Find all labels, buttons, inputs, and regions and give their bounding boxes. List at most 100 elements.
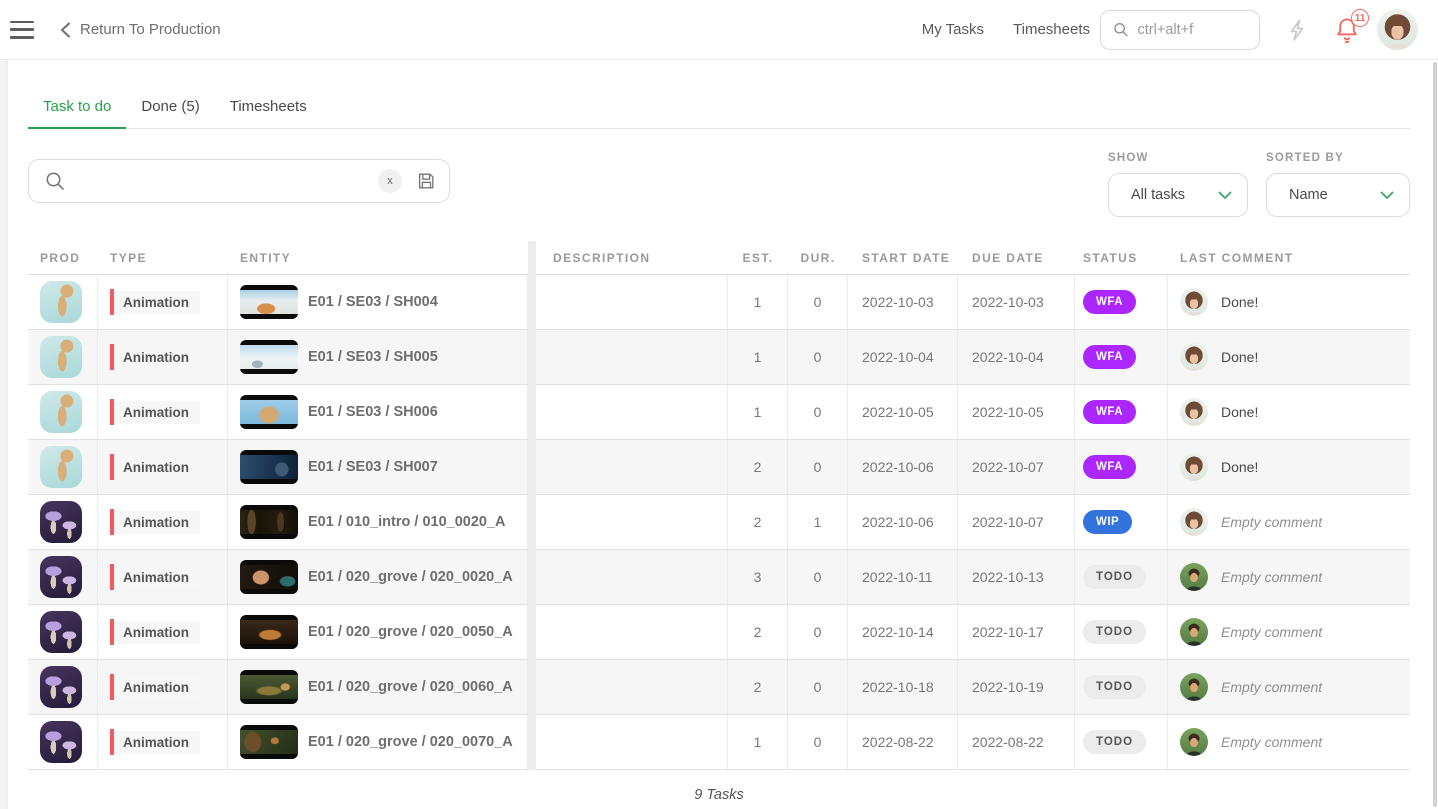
back-link-label: Return To Production xyxy=(80,21,221,38)
table-row[interactable]: Animation E01 / 020_grove / 020_0060_A 2… xyxy=(28,660,1410,715)
show-label: SHOW xyxy=(1108,152,1248,164)
table-row[interactable]: Animation E01 / 010_intro / 010_0020_A 2… xyxy=(28,495,1410,550)
tasks-table: PROD TYPE ENTITY DESCRIPTION EST. DUR. S… xyxy=(28,241,1410,770)
sorted-by-label: SORTED BY xyxy=(1266,152,1410,164)
table-row[interactable]: Animation E01 / 020_grove / 020_0020_A 3… xyxy=(28,550,1410,605)
menu-icon[interactable] xyxy=(10,21,34,39)
start-date-cell: 2022-10-04 xyxy=(848,330,958,384)
production-thumbnail xyxy=(40,611,82,653)
entity-link[interactable]: E01 / SE03 / SH006 xyxy=(308,404,438,420)
clear-filter-button[interactable]: x xyxy=(378,169,402,193)
entity-link[interactable]: E01 / SE03 / SH004 xyxy=(308,294,438,310)
due-date-cell: 2022-10-13 xyxy=(958,550,1075,604)
description-cell xyxy=(528,605,728,659)
show-select[interactable]: All tasks xyxy=(1108,173,1248,217)
last-comment-text: Empty comment xyxy=(1221,734,1322,750)
header-estimation: EST. xyxy=(728,241,788,274)
chevron-down-icon xyxy=(1218,191,1232,200)
description-cell xyxy=(528,440,728,494)
table-row[interactable]: Animation E01 / SE03 / SH005 1 0 2022-10… xyxy=(28,330,1410,385)
start-date-cell: 2022-10-18 xyxy=(848,660,958,714)
status-badge[interactable]: TODO xyxy=(1083,620,1146,644)
start-date-cell: 2022-10-06 xyxy=(848,495,958,549)
entity-link[interactable]: E01 / 010_intro / 010_0020_A xyxy=(308,514,506,530)
due-date-cell: 2022-10-07 xyxy=(958,495,1075,549)
production-thumbnail xyxy=(40,721,82,763)
entity-link[interactable]: E01 / 020_grove / 020_0020_A xyxy=(308,569,513,585)
tab-done[interactable]: Done (5) xyxy=(126,88,214,129)
my-tasks-page: Return To Production My Tasks Timesheets… xyxy=(0,0,1438,809)
start-date-cell: 2022-10-14 xyxy=(848,605,958,659)
entity-thumbnail xyxy=(240,670,298,704)
table-row[interactable]: Animation E01 / 020_grove / 020_0070_A 1… xyxy=(28,715,1410,770)
sorted-by-select[interactable]: Name xyxy=(1266,173,1410,217)
entity-link[interactable]: E01 / 020_grove / 020_0060_A xyxy=(308,679,513,695)
entity-link[interactable]: E01 / SE03 / SH007 xyxy=(308,459,438,475)
save-filter-button[interactable] xyxy=(416,171,436,191)
table-row[interactable]: Animation E01 / SE03 / SH006 1 0 2022-10… xyxy=(28,385,1410,440)
entity-thumbnail xyxy=(240,615,298,649)
global-search-input[interactable] xyxy=(1138,22,1247,38)
entity-link[interactable]: E01 / 020_grove / 020_0070_A xyxy=(308,734,513,750)
status-badge[interactable]: WFA xyxy=(1083,290,1136,314)
status-badge[interactable]: WFA xyxy=(1083,400,1136,424)
due-date-cell: 2022-10-03 xyxy=(958,275,1075,329)
task-type-badge: Animation xyxy=(110,564,200,590)
my-tasks-link[interactable]: My Tasks xyxy=(922,21,984,38)
status-badge[interactable]: TODO xyxy=(1083,565,1146,589)
filter-bar: x SHOW All tasks SORTED BY Name xyxy=(28,149,1410,217)
commenter-avatar xyxy=(1180,508,1208,536)
entity-thumbnail xyxy=(240,285,298,319)
entity-thumbnail xyxy=(240,505,298,539)
timesheets-link[interactable]: Timesheets xyxy=(1013,21,1090,38)
production-thumbnail xyxy=(40,501,82,543)
entity-thumbnail xyxy=(240,395,298,429)
flash-icon xyxy=(1286,18,1310,42)
commenter-avatar xyxy=(1180,453,1208,481)
last-comment-text: Empty comment xyxy=(1221,624,1322,640)
task-type-label: Animation xyxy=(114,731,200,754)
table-row[interactable]: Animation E01 / SE03 / SH004 1 0 2022-10… xyxy=(28,275,1410,330)
production-thumbnail xyxy=(40,446,82,488)
chevron-down-icon xyxy=(1380,191,1394,200)
description-cell xyxy=(528,275,728,329)
task-type-label: Animation xyxy=(114,676,200,699)
task-filter-input[interactable] xyxy=(75,173,378,190)
estimation-cell: 2 xyxy=(728,440,788,494)
last-comment-text: Empty comment xyxy=(1221,514,1322,530)
status-badge[interactable]: WFA xyxy=(1083,455,1136,479)
task-type-label: Animation xyxy=(114,511,200,534)
back-to-production-link[interactable]: Return To Production xyxy=(60,21,221,38)
task-type-badge: Animation xyxy=(110,509,200,535)
duration-cell: 0 xyxy=(788,275,848,329)
column-resize-handle[interactable] xyxy=(528,241,536,770)
entity-link[interactable]: E01 / 020_grove / 020_0050_A xyxy=(308,624,513,640)
status-badge[interactable]: TODO xyxy=(1083,675,1146,699)
vertical-scrollbar[interactable] xyxy=(1433,62,1437,807)
quick-search-shortcut-button[interactable] xyxy=(1286,18,1310,42)
tab-task-to-do[interactable]: Task to do xyxy=(28,88,126,129)
task-type-badge: Animation xyxy=(110,729,200,755)
search-icon xyxy=(1113,20,1129,39)
table-header-row: PROD TYPE ENTITY DESCRIPTION EST. DUR. S… xyxy=(28,241,1410,275)
duration-cell: 0 xyxy=(788,330,848,384)
status-badge[interactable]: TODO xyxy=(1083,730,1146,754)
table-row[interactable]: Animation E01 / 020_grove / 020_0050_A 2… xyxy=(28,605,1410,660)
commenter-avatar xyxy=(1180,343,1208,371)
task-filter-field: x xyxy=(28,159,450,203)
status-badge[interactable]: WIP xyxy=(1083,510,1132,534)
production-thumbnail xyxy=(40,666,82,708)
notification-count-badge: 11 xyxy=(1351,9,1369,27)
table-row[interactable]: Animation E01 / SE03 / SH007 2 0 2022-10… xyxy=(28,440,1410,495)
description-cell xyxy=(528,550,728,604)
due-date-cell: 2022-10-19 xyxy=(958,660,1075,714)
header-entity: ENTITY xyxy=(228,241,528,274)
status-badge[interactable]: WFA xyxy=(1083,345,1136,369)
tab-timesheets[interactable]: Timesheets xyxy=(215,88,322,129)
start-date-cell: 2022-10-03 xyxy=(848,275,958,329)
show-select-value: All tasks xyxy=(1131,187,1185,203)
commenter-avatar xyxy=(1180,673,1208,701)
task-type-label: Animation xyxy=(114,291,200,314)
entity-link[interactable]: E01 / SE03 / SH005 xyxy=(308,349,438,365)
user-avatar[interactable] xyxy=(1377,9,1418,50)
